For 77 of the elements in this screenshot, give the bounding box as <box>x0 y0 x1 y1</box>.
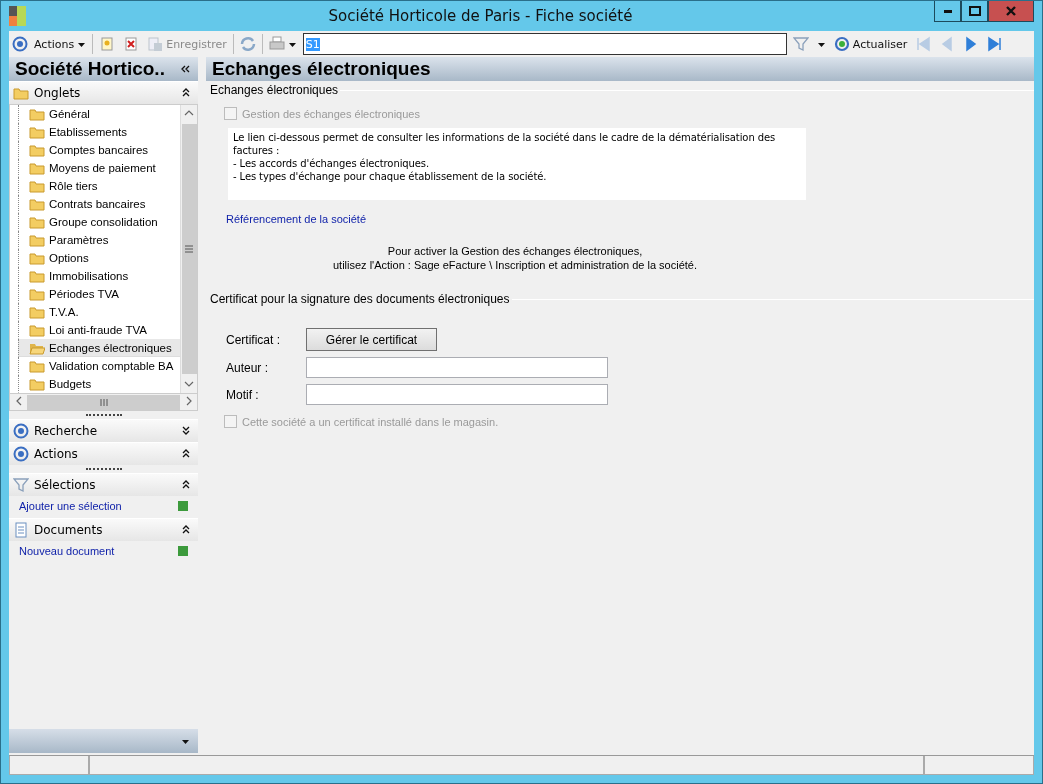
field-label: Certificat : <box>226 332 281 347</box>
section-link[interactable]: Nouveau document <box>19 545 115 557</box>
right-arrow-icon <box>987 36 1004 52</box>
double-chevron-up-icon <box>182 86 190 97</box>
grip-lines-icon <box>184 245 194 253</box>
section-link[interactable]: Ajouter une sélection <box>19 500 122 512</box>
horizontal-scrollbar[interactable] <box>9 394 198 411</box>
tree-item[interactable]: Général <box>18 105 180 123</box>
sync-arrows-icon <box>239 36 256 52</box>
sidebar-title: Société Hortico.. <box>15 58 166 80</box>
checkbox-label: Gestion des échanges électroniques <box>242 107 420 120</box>
plus-icon <box>178 501 188 511</box>
double-chevron-left-icon <box>180 65 190 73</box>
info-text: Le lien ci-dessous permet de consulter les informations de la société dans le cadre de la dématérialisation des factures : - Les accords d'échanges électroniques. - Les types d'échange pour chaque établissement de la société. <box>228 128 806 200</box>
target-icon <box>13 423 29 439</box>
double-chevron-up-icon <box>182 523 190 534</box>
section-title: Documents <box>34 523 104 537</box>
refresh-icon <box>833 36 850 52</box>
vertical-scrollbar[interactable] <box>180 105 197 393</box>
company-link[interactable]: Référencement de la société <box>226 213 367 225</box>
actions-menu-button[interactable]: Actions <box>32 33 89 55</box>
folder-icon <box>13 85 29 101</box>
input-field[interactable] <box>306 357 608 378</box>
tree-item[interactable]: Budgets <box>18 375 180 393</box>
maximize-icon <box>968 6 981 16</box>
grip-lines-icon <box>99 397 108 407</box>
filter-icon <box>13 477 29 493</box>
plus-icon <box>178 546 188 556</box>
printer-icon <box>268 36 285 52</box>
refresh-button[interactable]: Actualiser <box>831 33 910 55</box>
section-title: Sélections <box>34 478 97 492</box>
document-icon <box>13 522 29 538</box>
left-arrow-icon <box>915 36 932 52</box>
new-document-icon <box>99 36 116 52</box>
tree-item[interactable]: Validation comptable BA <box>18 357 180 375</box>
double-chevron-down-icon <box>182 424 190 435</box>
tree-item[interactable]: Moyens de paiement <box>18 159 180 177</box>
tree-item[interactable]: Etablissements <box>18 123 180 141</box>
tree-item[interactable]: Rôle tiers <box>18 177 180 195</box>
close-icon <box>1006 6 1016 16</box>
window-title: Société Horticole de Paris - Fiche société <box>327 7 634 25</box>
filter-icon <box>792 36 809 52</box>
delete-document-icon <box>123 36 140 52</box>
tree-item[interactable]: Périodes TVA <box>18 285 180 303</box>
minimize-button[interactable] <box>934 1 961 22</box>
double-chevron-up-icon <box>182 447 190 458</box>
group-title: Certificat pour la signature des documents électroniques <box>210 292 510 306</box>
field-label: Motif : <box>226 387 260 402</box>
section-title: Onglets <box>34 86 82 100</box>
field-label: Auteur : <box>226 360 270 375</box>
tree-item[interactable]: Paramètres <box>18 231 180 249</box>
chevron-down-icon <box>184 379 194 388</box>
target-icon <box>12 36 28 52</box>
group-title: Echanges électroniques <box>210 83 339 97</box>
tree-item[interactable]: Contrats bancaires <box>18 195 180 213</box>
tree-item[interactable]: Comptes bancaires <box>18 141 180 159</box>
checkbox-label: Cette société a un certificat installé dans le magasin. <box>242 415 499 428</box>
tree-item[interactable]: Groupe consolidation <box>18 213 180 231</box>
chevron-right-icon <box>184 396 193 406</box>
manage-certificate-button[interactable]: Gérer le certificat <box>306 328 437 351</box>
chevron-up-icon <box>184 108 194 117</box>
save-document-icon <box>147 36 164 52</box>
tree-item[interactable]: Options <box>18 249 180 267</box>
app-logo-icon <box>9 6 27 26</box>
tree-item[interactable]: T.V.A. <box>18 303 180 321</box>
notice-text: Pour activer la Gestion des échanges électroniques, utilisez l'Action : Sage eFacture \ Inscription et administration de la société. <box>331 244 699 272</box>
chevron-left-icon <box>14 396 23 406</box>
page-title: Echanges électroniques <box>212 58 432 80</box>
section-title: Actions <box>34 447 79 461</box>
input-field[interactable] <box>306 384 608 405</box>
minimize-icon <box>943 9 952 13</box>
target-icon <box>13 446 29 462</box>
tree-item[interactable]: Immobilisations <box>18 267 180 285</box>
double-chevron-up-icon <box>182 478 190 489</box>
close-button[interactable] <box>988 1 1034 22</box>
tree-item[interactable]: Echanges électroniques <box>18 339 180 357</box>
section-title: Recherche <box>34 424 99 438</box>
